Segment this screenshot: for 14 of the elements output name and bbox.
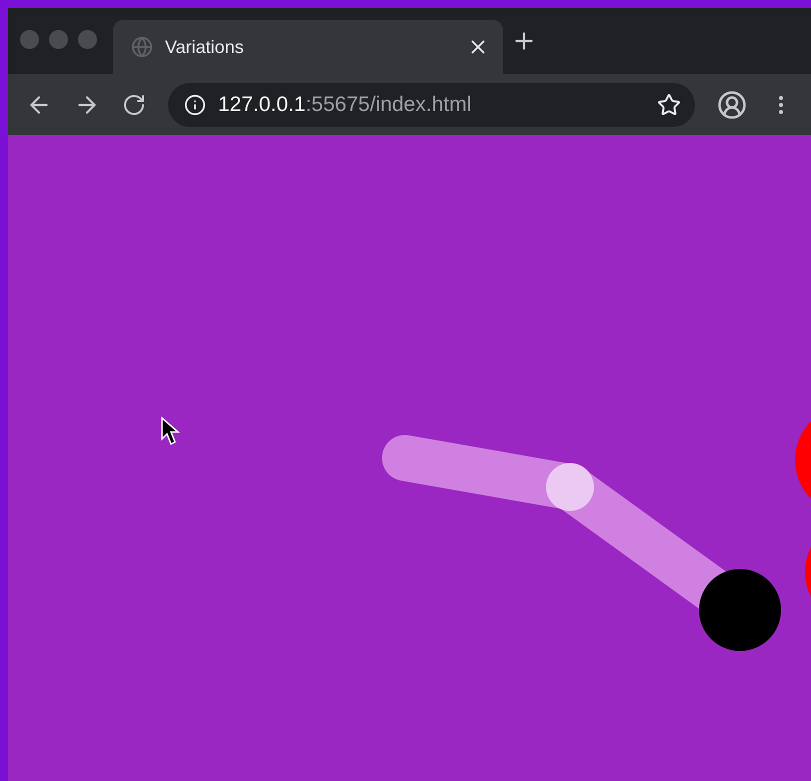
globe-icon bbox=[131, 36, 153, 58]
close-window-dot[interactable] bbox=[20, 30, 39, 48]
info-icon bbox=[184, 94, 206, 116]
bookmark-star-icon[interactable] bbox=[657, 92, 681, 116]
minimize-window-dot[interactable] bbox=[49, 30, 68, 48]
cursor-icon bbox=[161, 416, 180, 446]
address-bar[interactable]: 127.0.0.1:55675/index.html bbox=[168, 82, 695, 126]
tab-title: Variations bbox=[165, 36, 245, 58]
profile-icon[interactable] bbox=[717, 90, 747, 120]
zoom-window-dot[interactable] bbox=[78, 30, 97, 48]
browser-tab[interactable]: Variations bbox=[113, 20, 503, 74]
reload-icon[interactable] bbox=[122, 92, 146, 116]
end-ball[interactable] bbox=[699, 569, 781, 651]
url-text: 127.0.0.1:55675/index.html bbox=[218, 92, 472, 116]
